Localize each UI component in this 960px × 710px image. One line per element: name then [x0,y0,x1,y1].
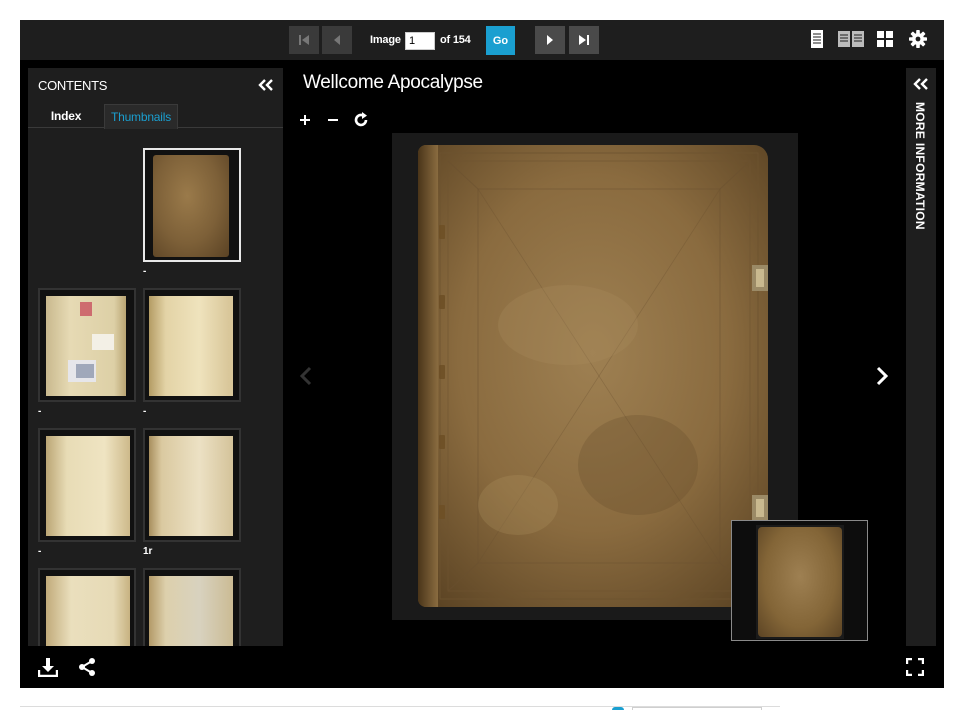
gallery-view-button[interactable] [876,29,894,49]
plus-icon [300,115,310,125]
download-icon [38,658,58,677]
thumbnail[interactable] [38,428,136,542]
rotate-icon [354,112,368,127]
thumbnail-label: 1r [143,546,153,557]
minus-icon [328,119,338,121]
thumbnail[interactable] [38,568,136,646]
last-page-icon [579,35,589,45]
thumbnail-label: - [38,546,42,557]
tab-index[interactable]: Index [40,104,92,128]
tab-thumbnails[interactable]: Thumbnails [104,104,178,129]
thumbnail[interactable] [143,568,241,646]
double-chevron-left-icon [913,78,928,90]
zoom-in-button[interactable] [295,110,315,130]
contents-panel: CONTENTS Index Thumbnails - - - - 1r [28,68,283,646]
expand-more-information-button[interactable] [911,75,931,93]
first-page-button[interactable] [289,26,319,54]
thumbnail[interactable] [143,148,241,262]
navigator-minimap[interactable] [731,520,868,641]
image-label: Image [370,34,401,46]
rotate-button[interactable] [351,110,371,130]
chevron-left-icon [299,366,312,386]
thumbnail[interactable] [38,288,136,402]
double-chevron-left-icon [258,79,273,91]
previous-image-button[interactable] [294,363,318,389]
first-page-icon [299,35,309,45]
more-information-toggle[interactable]: MORE INFORMATION [912,102,930,232]
more-information-panel: MORE INFORMATION [906,68,936,646]
thumbnail[interactable] [143,288,241,402]
contents-title: CONTENTS [38,78,108,93]
thumbnail-label: - [143,406,147,417]
thumbnail-label: - [38,406,42,417]
zoom-out-button[interactable] [323,110,343,130]
page-title: Wellcome Apocalypse [303,72,483,93]
next-image-button[interactable] [870,363,894,389]
two-up-view-icon [838,31,864,47]
collapse-contents-button[interactable] [257,76,275,94]
thumbnail[interactable] [143,428,241,542]
next-page-button[interactable] [535,26,565,54]
settings-button[interactable] [908,29,928,49]
previous-page-button[interactable] [322,26,352,54]
thumbnail-label: - [143,266,147,277]
contents-tabs: Index Thumbnails [28,104,283,129]
previous-page-icon [334,35,340,45]
top-toolbar: Image of 154 Go [20,20,944,60]
two-up-view-button[interactable] [838,29,864,49]
more-information-label: MORE INFORMATION [913,102,927,230]
gallery-view-icon [877,31,893,47]
fullscreen-button[interactable] [904,656,926,678]
next-page-icon [547,35,553,45]
one-up-view-icon [811,30,823,48]
download-button[interactable] [37,656,59,678]
gear-icon [909,30,927,48]
chevron-right-icon [876,366,889,386]
thumbnail-grid: - - - - 1r [28,128,283,646]
share-button[interactable] [76,656,98,678]
fullscreen-icon [906,658,924,676]
go-button[interactable]: Go [486,26,515,55]
image-number-input[interactable] [405,32,435,50]
book-cover-image [418,145,768,607]
iiif-viewer: Image of 154 Go [20,20,944,688]
last-page-button[interactable] [569,26,599,54]
share-icon [79,658,95,676]
image-count: of 154 [440,34,471,46]
one-up-view-button[interactable] [810,29,824,49]
